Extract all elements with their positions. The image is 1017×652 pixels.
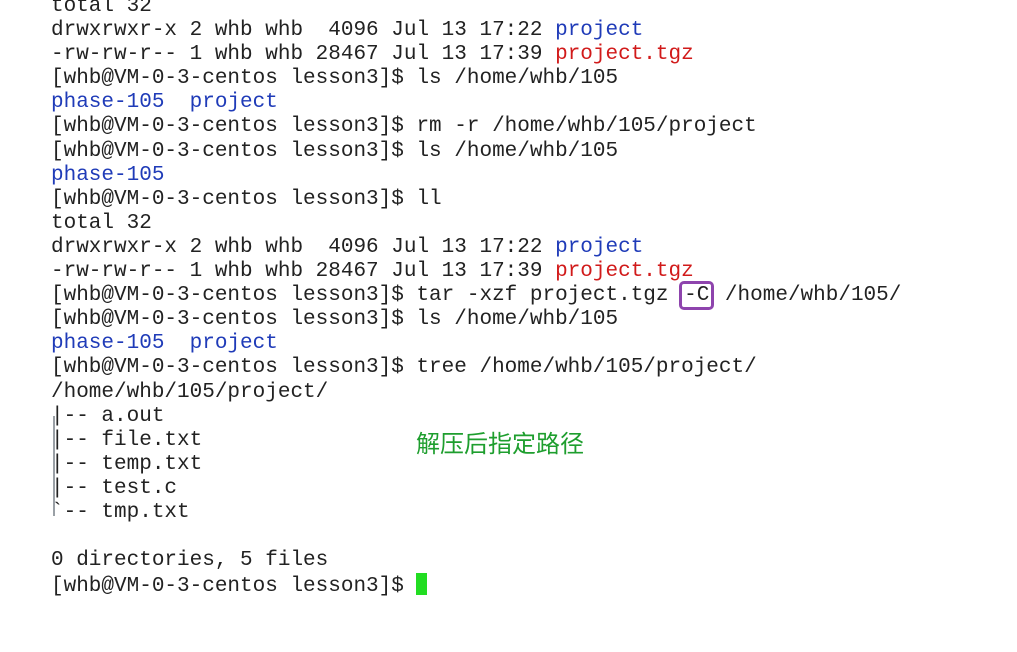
terminal-line: phase-105 project xyxy=(51,332,1001,356)
terminal-text: [whb@VM-0-3-centos lesson3]$ ls /home/wh… xyxy=(51,67,619,91)
terminal-line: drwxrwxr-x 2 whb whb 4096 Jul 13 17:22 p… xyxy=(51,19,1001,43)
terminal-text: [whb@VM-0-3-centos lesson3]$ ll xyxy=(51,187,442,211)
directory-name: phase-105 xyxy=(51,332,165,356)
terminal-line: 0 directories, 5 files xyxy=(51,549,1001,573)
terminal-line: -rw-rw-r-- 1 whb whb 28467 Jul 13 17:39 … xyxy=(51,43,1001,67)
terminal-text: |-- test.c xyxy=(51,476,178,500)
terminal-line: total 32 xyxy=(51,212,1001,236)
terminal-line: [whb@VM-0-3-centos lesson3]$ tree /home/… xyxy=(51,356,1001,380)
tree-connector-line xyxy=(53,416,55,516)
terminal-line: [whb@VM-0-3-centos lesson3]$ ll xyxy=(51,188,1001,212)
directory-name: phase-105 xyxy=(51,163,165,187)
terminal-line: [whb@VM-0-3-centos lesson3]$ ls /home/wh… xyxy=(51,140,1001,164)
terminal-text: |-- temp.txt xyxy=(51,452,203,476)
terminal-line: -rw-rw-r-- 1 whb whb 28467 Jul 13 17:39 … xyxy=(51,260,1001,284)
terminal-text: drwxrwxr-x 2 whb whb 4096 Jul 13 17:22 xyxy=(51,19,556,43)
terminal-line: [whb@VM-0-3-centos lesson3]$ xyxy=(51,573,1001,599)
directory-name: project xyxy=(189,91,278,115)
terminal-text: [whb@VM-0-3-centos lesson3]$ tar -xzf pr… xyxy=(51,284,682,308)
directory-name: project xyxy=(189,332,278,356)
terminal-text: /home/whb/105/ xyxy=(712,284,902,308)
annotation-label: 解压后指定路径 xyxy=(416,430,584,458)
terminal-text: [whb@VM-0-3-centos lesson3]$ xyxy=(51,575,417,599)
terminal-line: |-- test.c xyxy=(51,477,1001,501)
terminal-text: |-- file.txt xyxy=(51,428,203,452)
terminal-text: [whb@VM-0-3-centos lesson3]$ tree /home/… xyxy=(51,356,757,380)
terminal-line: drwxrwxr-x 2 whb whb 4096 Jul 13 17:22 p… xyxy=(51,236,1001,260)
terminal-line: /home/whb/105/project/ xyxy=(51,381,1001,405)
terminal-text: drwxrwxr-x 2 whb whb 4096 Jul 13 17:22 xyxy=(51,235,556,259)
terminal-line: phase-105 xyxy=(51,164,1001,188)
terminal-text: [whb@VM-0-3-centos lesson3]$ ls /home/wh… xyxy=(51,139,619,163)
terminal-line: phase-105 project xyxy=(51,91,1001,115)
terminal-line: [whb@VM-0-3-centos lesson3]$ rm -r /home… xyxy=(51,115,1001,139)
terminal-text: total 32 xyxy=(51,211,152,235)
highlighted-option: -C xyxy=(679,281,715,311)
terminal-text: [whb@VM-0-3-centos lesson3]$ rm -r /home… xyxy=(51,115,757,139)
terminal-line: [whb@VM-0-3-centos lesson3]$ ls /home/wh… xyxy=(51,308,1001,332)
terminal-text: /home/whb/105/project/ xyxy=(51,380,329,404)
terminal-text: 0 directories, 5 files xyxy=(51,549,329,573)
terminal-cursor xyxy=(416,573,428,596)
terminal-text: -rw-rw-r-- 1 whb whb 28467 Jul 13 17:39 xyxy=(51,43,556,67)
terminal-text: [whb@VM-0-3-centos lesson3]$ ls /home/wh… xyxy=(51,308,619,332)
archive-file-name: project.tgz xyxy=(555,43,694,67)
directory-name: project xyxy=(555,19,644,43)
terminal-line: `-- tmp.txt xyxy=(51,501,1001,525)
terminal-line: [whb@VM-0-3-centos lesson3]$ tar -xzf pr… xyxy=(51,281,1001,311)
directory-name: project xyxy=(555,235,644,259)
archive-file-name: project.tgz xyxy=(555,260,694,284)
terminal-text: |-- a.out xyxy=(51,404,165,428)
directory-name: phase-105 xyxy=(51,91,165,115)
terminal-line: total 32 xyxy=(51,0,1001,19)
terminal-line: [whb@VM-0-3-centos lesson3]$ ls /home/wh… xyxy=(51,67,1001,91)
terminal-text: `-- tmp.txt xyxy=(51,500,190,524)
terminal-text: -rw-rw-r-- 1 whb whb 28467 Jul 13 17:39 xyxy=(51,260,556,284)
terminal-text: total 32 xyxy=(51,0,152,18)
terminal-output[interactable]: total 32 drwxrwxr-x 2 whb whb 4096 Jul 13… xyxy=(51,0,1001,599)
